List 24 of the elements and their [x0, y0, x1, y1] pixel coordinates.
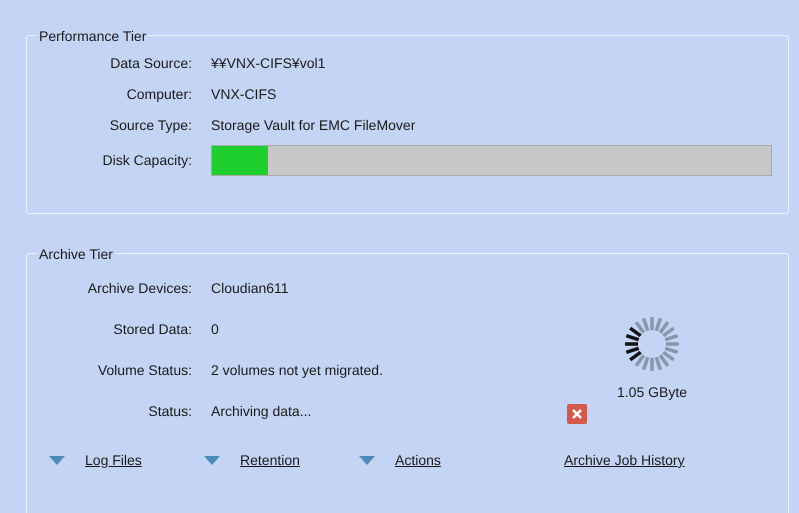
field-label: Archive Devices: — [86, 279, 193, 298]
size-text: 1.05 GByte — [617, 383, 688, 402]
dropdown-triangle-icon[interactable] — [204, 456, 220, 466]
dropdown-triangle-icon[interactable] — [359, 456, 375, 466]
field-value: 2 volumes not yet migrated. — [211, 361, 383, 380]
field-value: Archiving data... — [211, 402, 312, 421]
field-label: Computer: — [126, 85, 193, 104]
field-label: Data Source: — [109, 54, 193, 73]
field-value: VNX-CIFS — [211, 85, 276, 104]
dropdown-triangle-icon[interactable] — [49, 456, 65, 466]
close-icon[interactable] — [567, 404, 587, 424]
field-value: Cloudian611 — [211, 279, 289, 298]
field-label: Source Type: — [108, 116, 193, 135]
link[interactable]: Retention — [240, 450, 300, 471]
field-label: Volume Status: — [96, 361, 193, 380]
link[interactable]: Archive Job History — [564, 450, 685, 471]
field-value: Storage Vault for EMC FileMover — [211, 116, 416, 135]
field-label: Status: — [147, 402, 193, 421]
link[interactable]: Actions — [395, 450, 441, 471]
field-label: Disk Capacity: — [102, 150, 193, 170]
field-value: ¥¥VNX-CIFS¥vol1 — [211, 54, 326, 73]
link[interactable]: Log Files — [85, 450, 142, 471]
field-value: 0 — [211, 320, 219, 339]
field-label: Stored Data: — [112, 320, 193, 339]
